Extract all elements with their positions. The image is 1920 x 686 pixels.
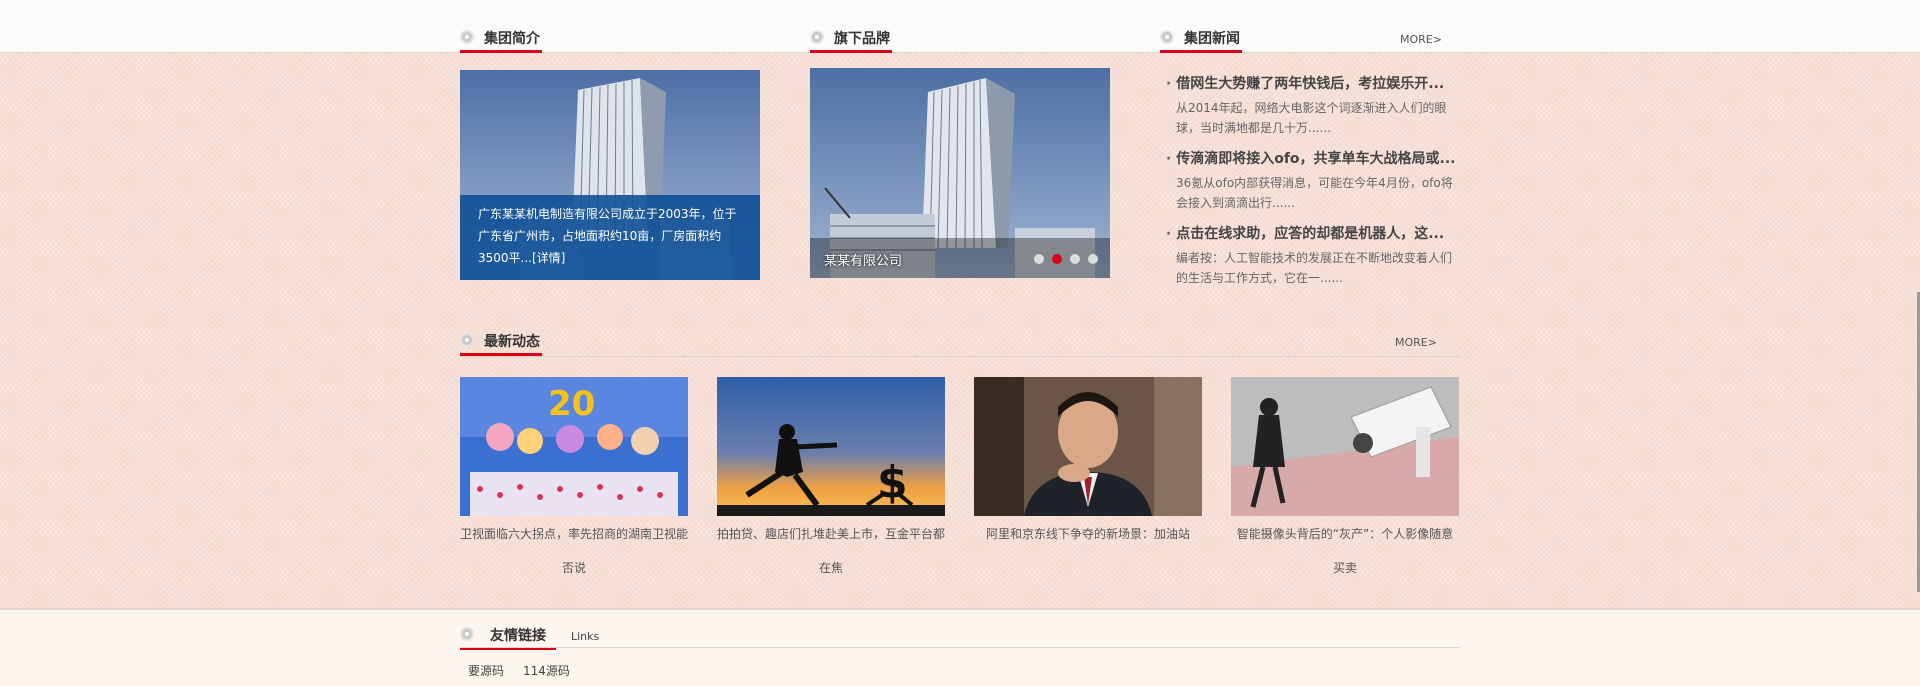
latest-caption[interactable]: 卫视面临六大拐点，率先招商的湖南卫视能否说 — [460, 517, 688, 585]
news-item: · 传滴滴即将接入ofo，共享单车大战格局或... 36氪从ofo内部获得消息，… — [1166, 148, 1466, 213]
latest-divider — [460, 356, 1460, 357]
news-bullet: · — [1166, 76, 1177, 92]
latest-item: 20 卫视面临六大拐点，率先招商的湖南卫视能否说 — [460, 377, 688, 585]
brands-section-header: 旗下品牌 — [810, 27, 892, 53]
latest-item: $ 拍拍贷、趣店们扎堆赴美上市，互金平台都在焦 — [717, 377, 945, 585]
news-item: · 点击在线求助，应答的却都是机器人，这... 编者按：人工智能技术的发展正在不… — [1166, 223, 1466, 288]
section-circle-icon — [810, 30, 824, 44]
latest-caption[interactable]: 拍拍贷、趣店们扎堆赴美上市，互金平台都在焦 — [717, 517, 945, 585]
section-circle-icon — [1160, 30, 1174, 44]
links-subtitle: Links — [571, 630, 600, 643]
slider-dot[interactable] — [1070, 254, 1080, 264]
intro-detail-link[interactable]: [详情] — [532, 251, 565, 265]
section-title-underline — [810, 50, 892, 53]
section-circle-icon — [460, 627, 474, 641]
section-circle-icon — [460, 30, 474, 44]
news-description: 36氪从ofo内部获得消息，可能在今年4月份，ofo将会接入到滴滴出行.....… — [1176, 176, 1453, 210]
section-title-underline — [1160, 50, 1242, 53]
news-section-title: 集团新闻 — [1184, 31, 1240, 47]
latest-thumbnail[interactable] — [1231, 377, 1459, 516]
latest-item: 阿里和京东线下争夺的新场景：加油站 — [974, 377, 1202, 585]
slider-dot[interactable] — [1034, 254, 1044, 264]
links-divider — [460, 647, 1460, 648]
slider-dot-active[interactable] — [1052, 254, 1062, 264]
news-title-text: 点击在线求助，应答的却都是机器人，这... — [1176, 226, 1445, 242]
news-bullet: · — [1166, 151, 1177, 167]
latest-thumbnail[interactable]: 20 — [460, 377, 688, 516]
latest-caption[interactable]: 智能摄像头背后的“灰产”：个人影像随意买卖 — [1231, 517, 1459, 585]
footer-links-band: 友情链接 Links 要源码 114源码 — [0, 608, 1920, 686]
svg-text:$: $ — [877, 457, 908, 508]
main-container: 集团简介 旗下品牌 集团新闻 MORE> 广东某某机电制造有限公司成立于2003… — [460, 0, 1460, 608]
security-camera-image — [1231, 377, 1459, 516]
latest-thumbnail[interactable] — [974, 377, 1202, 516]
news-more-link[interactable]: MORE> — [1400, 33, 1442, 46]
brands-section-title: 旗下品牌 — [834, 31, 890, 47]
news-title-text: 借网生大势赚了两年快钱后，考拉娱乐开... — [1176, 76, 1445, 92]
friend-link[interactable]: 要源码 — [468, 662, 504, 679]
slider-dot[interactable] — [1088, 254, 1098, 264]
section-circle-icon — [460, 333, 474, 347]
footer-links-container: 友情链接 Links 要源码 114源码 — [460, 610, 1460, 686]
section-title-underline — [460, 50, 542, 53]
news-title-text: 传滴滴即将接入ofo，共享单车大战格局或... — [1176, 151, 1456, 167]
links-section-title: 友情链接 — [490, 628, 546, 644]
brand-slide-caption: 某某有限公司 — [824, 254, 903, 269]
intro-image-panel[interactable]: 广东某某机电制造有限公司成立于2003年，位于广东省广州市，占地面积约10亩，厂… — [460, 70, 760, 280]
svg-text:20: 20 — [548, 384, 595, 424]
latest-more-link[interactable]: MORE> — [1395, 336, 1437, 349]
news-title-link[interactable]: · 传滴滴即将接入ofo，共享单车大战格局或... — [1166, 148, 1466, 168]
latest-thumbnail[interactable]: $ — [717, 377, 945, 516]
slider-pagination — [1034, 254, 1098, 264]
intro-text: 广东某某机电制造有限公司成立于2003年，位于广东省广州市，占地面积约10亩，厂… — [478, 207, 737, 265]
intro-caption-box: 广东某某机电制造有限公司成立于2003年，位于广东省广州市，占地面积约10亩，厂… — [460, 195, 760, 280]
news-item: · 借网生大势赚了两年快钱后，考拉娱乐开... 从2014年起，网络大电影这个词… — [1166, 73, 1466, 138]
intro-section-header: 集团简介 — [460, 27, 542, 53]
news-title-link[interactable]: · 点击在线求助，应答的却都是机器人，这... — [1166, 223, 1466, 243]
sunset-silhouette-image: $ — [717, 377, 945, 516]
businessman-portrait-image — [974, 377, 1202, 516]
news-title-link[interactable]: · 借网生大势赚了两年快钱后，考拉娱乐开... — [1166, 73, 1466, 93]
news-description: 从2014年起，网络大电影这个词逐渐进入人们的眼球，当时满地都是几十万.....… — [1176, 101, 1447, 135]
news-section-header: 集团新闻 — [1160, 27, 1242, 53]
latest-item: 智能摄像头背后的“灰产”：个人影像随意买卖 — [1231, 377, 1459, 585]
friend-link[interactable]: 114源码 — [523, 662, 570, 679]
party-stage-image: 20 — [460, 377, 688, 516]
news-description: 编者按：人工智能技术的发展正在不断地改变着人们的生活与工作方式，它在一.....… — [1176, 251, 1453, 285]
intro-section-title: 集团简介 — [484, 31, 540, 47]
latest-section-header: 最新动态 — [460, 330, 542, 356]
brand-slider[interactable]: 某某有限公司 — [810, 68, 1110, 278]
latest-section-title: 最新动态 — [484, 334, 540, 350]
latest-caption[interactable]: 阿里和京东线下争夺的新场景：加油站 — [974, 517, 1202, 585]
news-bullet: · — [1166, 226, 1177, 242]
